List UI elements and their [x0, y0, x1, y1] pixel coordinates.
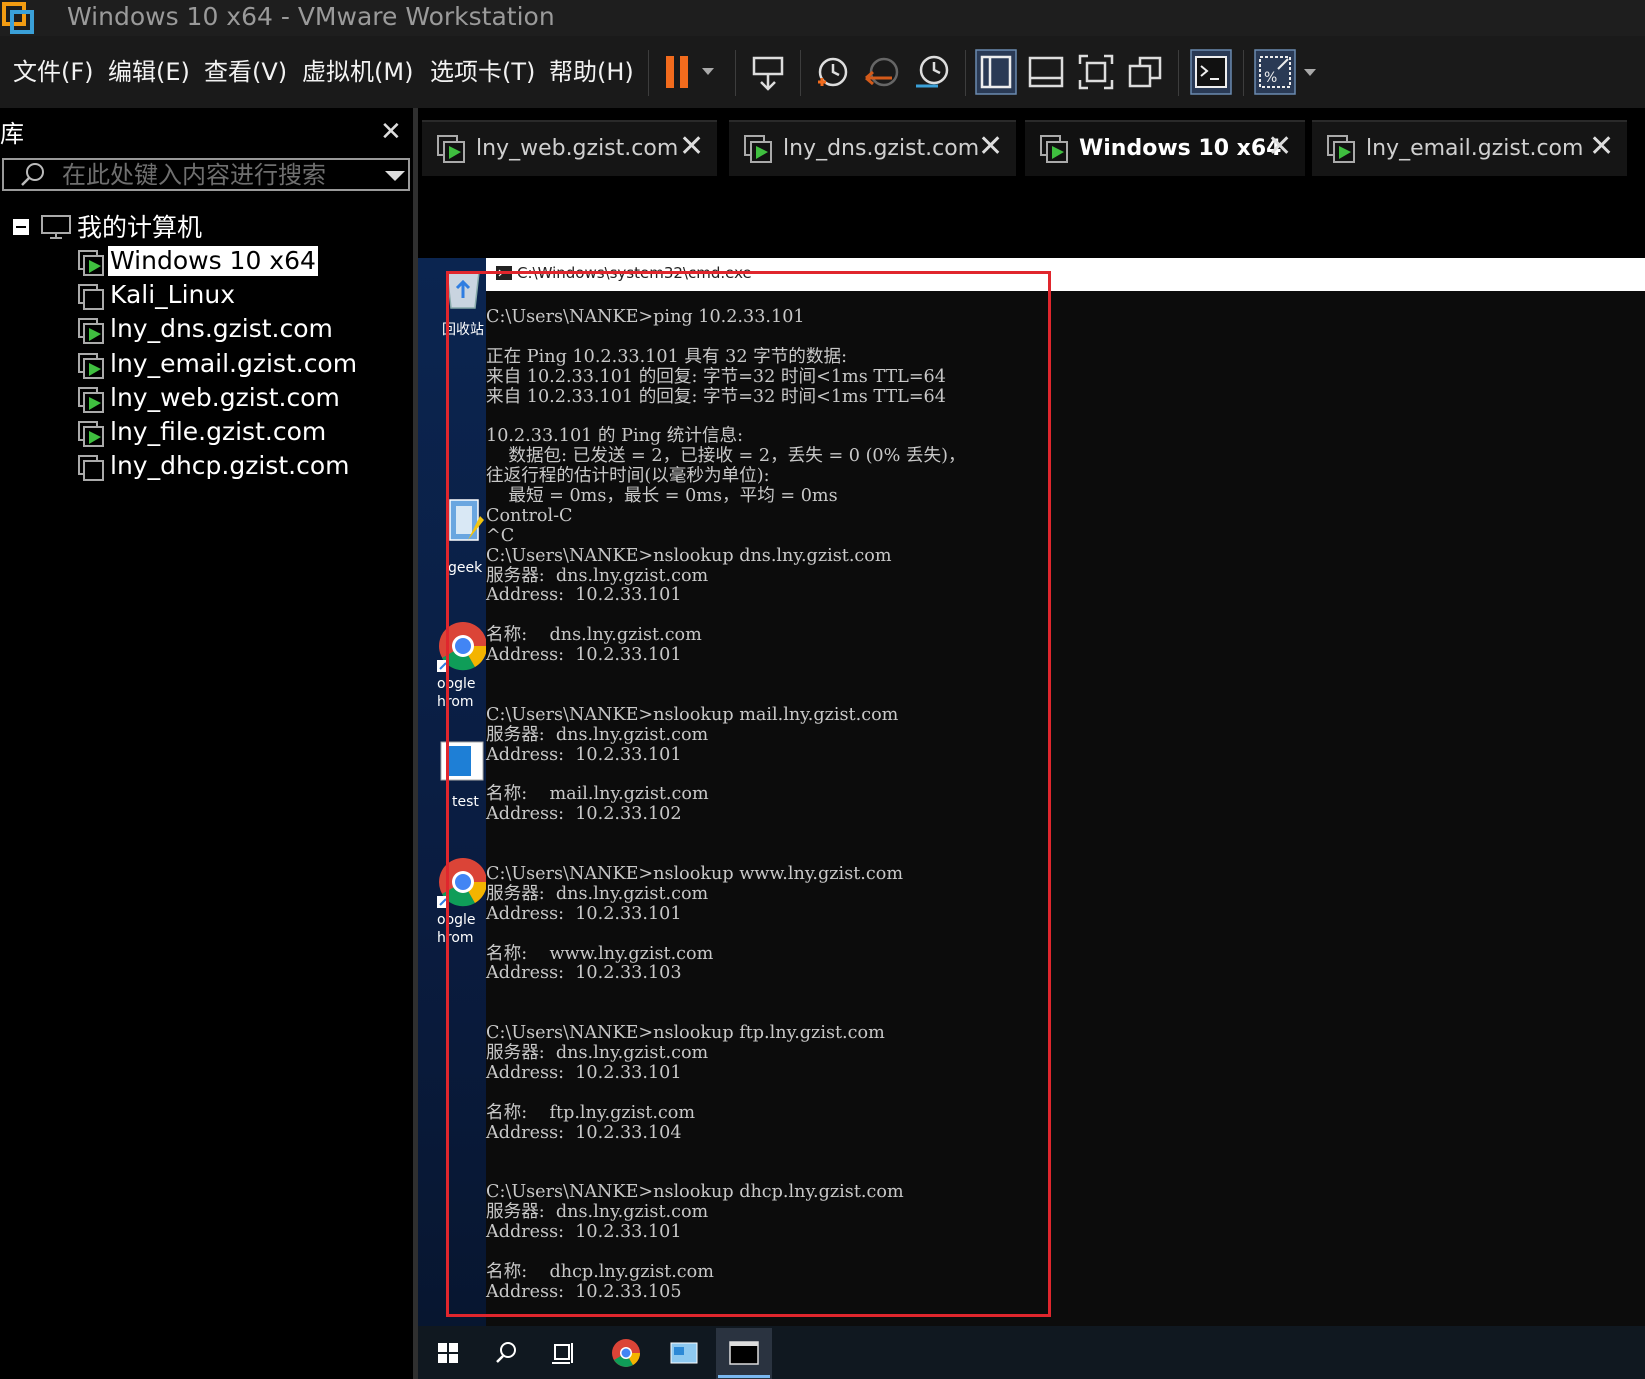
- unity-icon[interactable]: [1126, 52, 1166, 92]
- vm-running-icon: [78, 318, 104, 344]
- snapshot-manager-icon[interactable]: [912, 52, 952, 92]
- vm-running-icon: [78, 387, 104, 413]
- vm-running-icon: [437, 135, 465, 163]
- chrome-icon[interactable]: [602, 1330, 650, 1376]
- thumbnail-view-icon[interactable]: [1026, 52, 1066, 92]
- send-keys-icon[interactable]: [748, 52, 788, 92]
- tab-label: Windows 10 x64: [1079, 136, 1282, 161]
- vm-running-icon: [78, 353, 104, 379]
- tree-root-my-computer[interactable]: 我的计算机: [77, 213, 202, 243]
- tree-item-vm[interactable]: Kali_Linux: [110, 280, 235, 310]
- menu-file[interactable]: 文件(F): [13, 54, 94, 90]
- vm-running-icon: [78, 421, 104, 447]
- toolbar-separator: [648, 50, 649, 96]
- toolbar-separator: [800, 50, 801, 96]
- library-close-icon[interactable]: ✕: [380, 118, 402, 146]
- collapse-icon[interactable]: [12, 218, 30, 236]
- vm-tab[interactable]: Windows 10 x64 ✕: [1025, 120, 1305, 176]
- menu-tabs[interactable]: 选项卡(T): [430, 54, 535, 90]
- pause-icon[interactable]: [662, 52, 722, 92]
- library-search-placeholder: 在此处键入内容进行搜索: [62, 161, 326, 189]
- vm-running-icon: [744, 135, 772, 163]
- tab-close-icon[interactable]: ✕: [1267, 130, 1292, 164]
- vm-tab[interactable]: lny_web.gzist.com ✕: [422, 120, 717, 176]
- toolbar-separator: [1243, 50, 1244, 96]
- toolbar-separator: [965, 50, 966, 96]
- vmware-logo-icon: [2, 2, 34, 34]
- tab-close-icon[interactable]: ✕: [679, 130, 704, 164]
- highlight-box: [446, 271, 1051, 1317]
- revert-snapshot-icon[interactable]: [862, 52, 902, 92]
- tree-item-vm[interactable]: lny_web.gzist.com: [110, 383, 340, 413]
- active-indicator: [718, 1375, 770, 1378]
- vm-running-icon: [78, 250, 104, 276]
- tab-close-icon[interactable]: ✕: [1589, 130, 1614, 164]
- vm-tab[interactable]: lny_email.gzist.com ✕: [1312, 120, 1627, 176]
- computer-icon: [41, 215, 71, 239]
- search-icon: [21, 163, 44, 186]
- menu-view[interactable]: 查看(V): [204, 54, 287, 90]
- explorer-icon[interactable]: [660, 1330, 708, 1376]
- tree-item-vm[interactable]: lny_dhcp.gzist.com: [110, 451, 349, 481]
- menu-edit[interactable]: 编辑(E): [108, 54, 190, 90]
- stretch-icon[interactable]: %: [1254, 49, 1324, 95]
- windows-start-icon[interactable]: [424, 1330, 472, 1376]
- vm-running-icon: [1327, 135, 1355, 163]
- menu-toolbar: 文件(F) 编辑(E) 查看(V) 虚拟机(M) 选项卡(T) 帮助(H) %: [0, 36, 1645, 108]
- fullscreen-icon[interactable]: [1076, 52, 1116, 92]
- tree-item-vm[interactable]: Windows 10 x64: [108, 246, 318, 276]
- library-view-icon[interactable]: [975, 49, 1017, 95]
- menu-help[interactable]: 帮助(H): [549, 54, 634, 90]
- search-icon[interactable]: [482, 1330, 530, 1376]
- menu-vm[interactable]: 虚拟机(M): [302, 54, 413, 90]
- vm-running-icon: [1040, 135, 1068, 163]
- window-title: Windows 10 x64 - VMware Workstation: [67, 2, 555, 31]
- cmd-icon[interactable]: [720, 1330, 768, 1376]
- toolbar-separator: [1178, 50, 1179, 96]
- tab-label: lny_email.gzist.com: [1366, 136, 1584, 161]
- tab-close-icon[interactable]: ✕: [978, 130, 1003, 164]
- svg-text:%: %: [1264, 70, 1277, 86]
- tree-item-vm[interactable]: lny_file.gzist.com: [110, 417, 326, 447]
- toolbar-separator: [735, 50, 736, 96]
- tree-item-vm[interactable]: lny_email.gzist.com: [110, 349, 357, 379]
- tree-item-vm[interactable]: lny_dns.gzist.com: [110, 314, 333, 344]
- chevron-down-icon[interactable]: [384, 169, 406, 183]
- tab-label: lny_web.gzist.com: [476, 136, 679, 161]
- tab-label: lny_dns.gzist.com: [783, 136, 980, 161]
- task-view-icon[interactable]: [540, 1330, 588, 1376]
- snapshot-icon[interactable]: [812, 52, 852, 92]
- library-title: 库: [0, 120, 24, 148]
- vm-icon: [78, 284, 104, 310]
- console-icon[interactable]: [1190, 49, 1232, 95]
- vm-tab[interactable]: lny_dns.gzist.com ✕: [729, 120, 1016, 176]
- vm-icon: [78, 455, 104, 481]
